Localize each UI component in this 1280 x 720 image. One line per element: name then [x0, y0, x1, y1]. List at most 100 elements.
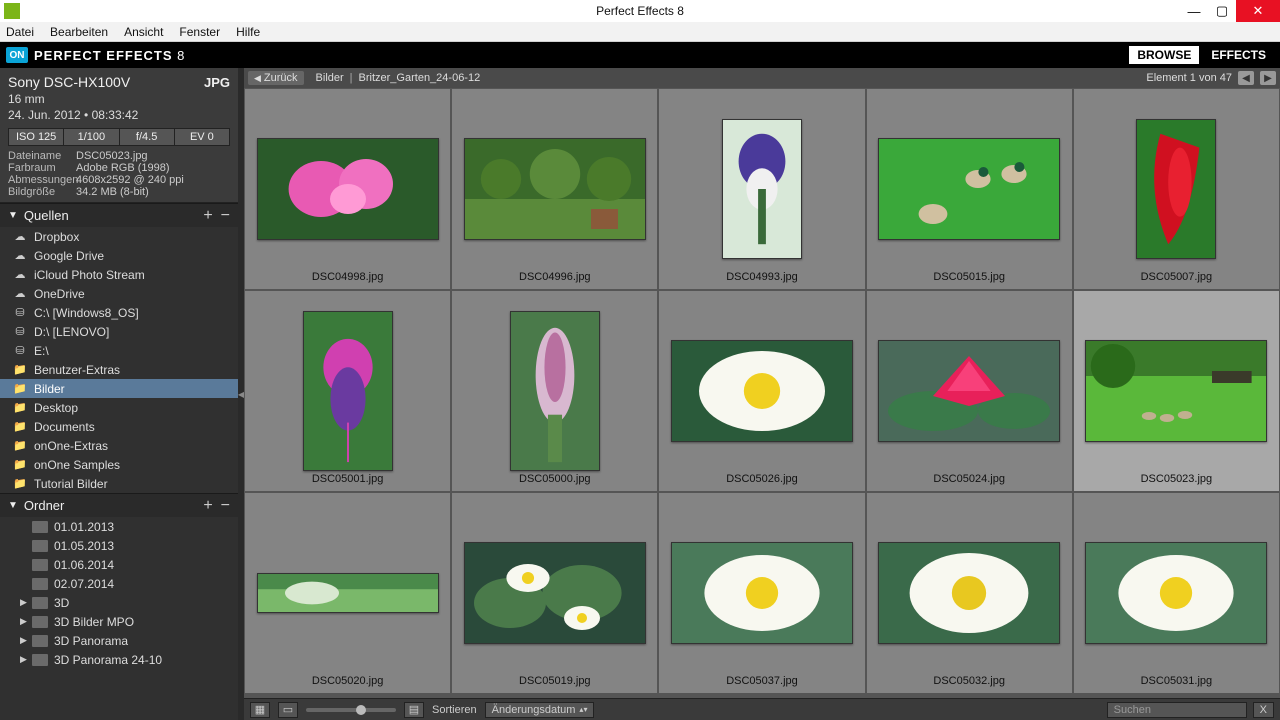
source-item[interactable]: ☁iCloud Photo Stream	[0, 265, 238, 284]
source-item[interactable]: 📁onOne-Extras	[0, 436, 238, 455]
thumbnail-filename: DSC05031.jpg	[1141, 675, 1213, 687]
source-item[interactable]: 📁Desktop	[0, 398, 238, 417]
thumbnail-cell[interactable]: DSC05031.jpg	[1074, 493, 1279, 693]
thumbnail-cell[interactable]: DSC05037.jpg	[659, 493, 864, 693]
menu-help[interactable]: Hilfe	[236, 25, 260, 39]
thumbnail-filename: DSC05019.jpg	[519, 675, 591, 687]
breadcrumb-1[interactable]: Bilder	[316, 72, 344, 84]
thumbnail-filename: DSC05001.jpg	[312, 473, 384, 485]
chevron-down-icon: ▼	[8, 500, 18, 511]
pathbar: ◀Zurück Bilder | Britzer_Garten_24-06-12…	[244, 68, 1280, 88]
menubar: Datei Bearbeiten Ansicht Fenster Hilfe	[0, 22, 1280, 42]
menu-file[interactable]: Datei	[6, 25, 34, 39]
single-view-button[interactable]: ▭	[278, 702, 298, 718]
sort-dropdown[interactable]: Änderungsdatum▴▾	[485, 702, 595, 718]
source-item[interactable]: ⛁D:\ [LENOVO]	[0, 322, 238, 341]
thumbnail-image	[1085, 542, 1267, 644]
thumbnail-cell[interactable]: DSC05020.jpg	[245, 493, 450, 693]
folder-icon	[32, 616, 48, 628]
thumbnail-image	[1136, 119, 1216, 259]
thumbnail-image	[303, 311, 393, 471]
source-label: Benutzer-Extras	[34, 363, 120, 377]
meta-colorspace: Adobe RGB (1998)	[76, 162, 170, 174]
minimize-button[interactable]: —	[1180, 0, 1208, 22]
folder-item[interactable]: 01.01.2013	[0, 517, 238, 536]
prev-image-button[interactable]: ◀	[1238, 71, 1254, 85]
source-item[interactable]: ☁OneDrive	[0, 284, 238, 303]
metadata-panel: Sony DSC-HX100V JPG 16 mm 24. Jun. 2012 …	[0, 68, 238, 203]
source-item[interactable]: 📁Documents	[0, 417, 238, 436]
folder-item[interactable]: ▶3D	[0, 593, 238, 612]
menu-edit[interactable]: Bearbeiten	[50, 25, 108, 39]
thumbnail-filename: DSC05000.jpg	[519, 473, 591, 485]
source-item[interactable]: ⛁ E:\	[0, 341, 238, 360]
remove-source-button[interactable]: −	[221, 210, 230, 222]
folder-label: 3D Bilder MPO	[54, 615, 134, 629]
search-input[interactable]: Suchen	[1107, 702, 1247, 718]
thumbnail-cell[interactable]: DSC04996.jpg	[452, 89, 657, 289]
thumbnail-image	[464, 138, 646, 240]
folder-icon: 📁	[12, 382, 28, 396]
brand-text: PERFECT EFFECTS 8	[34, 48, 185, 63]
next-image-button[interactable]: ▶	[1260, 71, 1276, 85]
thumbnail-filename: DSC05020.jpg	[312, 675, 384, 687]
folder-label: 3D Panorama 24-10	[54, 653, 162, 667]
menu-view[interactable]: Ansicht	[124, 25, 163, 39]
source-label: Tutorial Bilder	[34, 477, 108, 491]
add-folder-button[interactable]: +	[203, 500, 212, 512]
clear-search-button[interactable]: X	[1253, 702, 1274, 718]
thumbnail-cell[interactable]: DSC05007.jpg	[1074, 89, 1279, 289]
folder-label: 3D	[54, 596, 69, 610]
thumbnail-cell[interactable]: DSC05019.jpg	[452, 493, 657, 693]
remove-folder-button[interactable]: −	[221, 500, 230, 512]
source-item[interactable]: 📁 Bilder	[0, 379, 238, 398]
element-counter: Element 1 von 47	[1146, 72, 1232, 84]
thumbnail-cell[interactable]: DSC05026.jpg	[659, 291, 864, 491]
folder-icon: 📁	[12, 401, 28, 415]
breadcrumb-2[interactable]: Britzer_Garten_24-06-12	[359, 72, 481, 84]
folder-label: 01.05.2013	[54, 539, 114, 553]
source-item[interactable]: ☁Dropbox	[0, 227, 238, 246]
grid-view-button[interactable]: ▦	[250, 702, 270, 718]
source-label: Bilder	[34, 382, 65, 396]
maximize-button[interactable]: ▢	[1208, 0, 1236, 22]
folder-item[interactable]: ▶3D Panorama 24-10	[0, 650, 238, 669]
thumbnail-cell[interactable]: DSC05000.jpg	[452, 291, 657, 491]
thumbnail-cell[interactable]: DSC04998.jpg	[245, 89, 450, 289]
drive-icon: ⛁	[12, 344, 28, 358]
thumbnail-cell[interactable]: DSC05015.jpg	[867, 89, 1072, 289]
close-button[interactable]: ✕	[1236, 0, 1280, 22]
thumbnail-cell[interactable]: DSC05032.jpg	[867, 493, 1072, 693]
thumbnail-cell[interactable]: DSC04993.jpg	[659, 89, 864, 289]
sources-header[interactable]: ▼ Quellen + −	[0, 204, 238, 227]
source-item[interactable]: 📁onOne Samples	[0, 455, 238, 474]
source-item[interactable]: ☁Google Drive	[0, 246, 238, 265]
camera-model: Sony DSC-HX100V	[8, 74, 130, 90]
expand-arrow-icon: ▶	[20, 635, 32, 646]
add-source-button[interactable]: +	[203, 210, 212, 222]
menu-window[interactable]: Fenster	[179, 25, 220, 39]
folders-header[interactable]: ▼ Ordner + −	[0, 494, 238, 517]
mode-browse-button[interactable]: BROWSE	[1129, 46, 1199, 64]
thumbnail-size-slider[interactable]	[306, 708, 396, 712]
back-button[interactable]: ◀Zurück	[248, 71, 304, 85]
folder-item[interactable]: 01.05.2013	[0, 536, 238, 555]
source-label: E:\	[34, 344, 49, 358]
thumbnail-cell[interactable]: DSC05023.jpg	[1074, 291, 1279, 491]
source-item[interactable]: ⛁C:\ [Windows8_OS]	[0, 303, 238, 322]
ev-value: EV 0	[174, 128, 230, 146]
mode-effects-button[interactable]: EFFECTS	[1203, 46, 1274, 64]
source-item[interactable]: 📁Benutzer-Extras	[0, 360, 238, 379]
drive-icon: ⛁	[12, 306, 28, 320]
source-label: iCloud Photo Stream	[34, 268, 145, 282]
folder-item[interactable]: ▶3D Bilder MPO	[0, 612, 238, 631]
source-item[interactable]: 📁Tutorial Bilder	[0, 474, 238, 493]
filter-button[interactable]: ▤	[404, 702, 424, 718]
folder-item[interactable]: 01.06.2014	[0, 555, 238, 574]
thumbnail-cell[interactable]: DSC05001.jpg	[245, 291, 450, 491]
folder-item[interactable]: 02.07.2014	[0, 574, 238, 593]
thumbnail-image	[878, 542, 1060, 644]
folder-item[interactable]: ▶3D Panorama	[0, 631, 238, 650]
thumbnail-cell[interactable]: DSC05024.jpg	[867, 291, 1072, 491]
sidebar: Sony DSC-HX100V JPG 16 mm 24. Jun. 2012 …	[0, 68, 238, 720]
